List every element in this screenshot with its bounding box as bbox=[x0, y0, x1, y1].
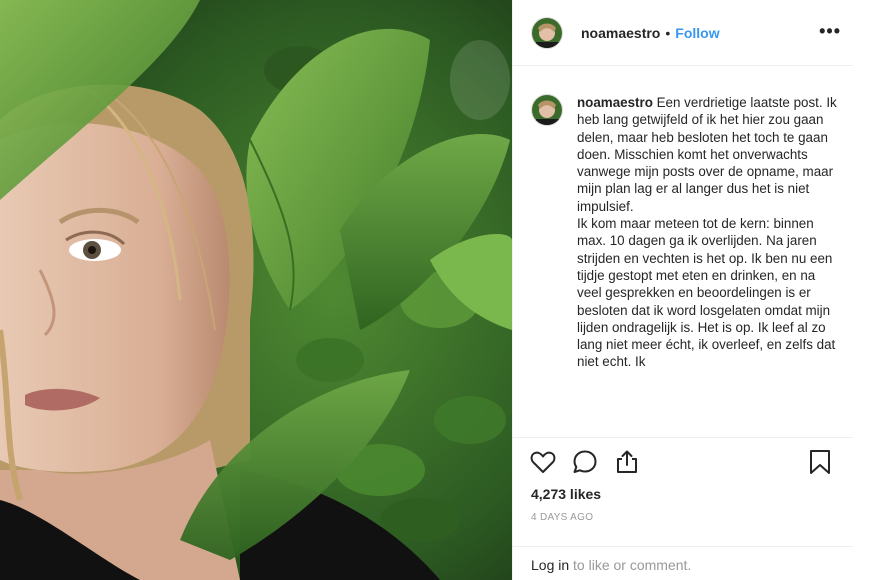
post-timestamp: 4 DAYS AGO bbox=[531, 512, 594, 523]
login-prompt: Log in to like or comment. bbox=[513, 546, 853, 573]
avatar-image bbox=[532, 17, 562, 48]
login-suffix: to like or comment. bbox=[569, 557, 692, 573]
likes-count[interactable]: 4,273 likes bbox=[531, 486, 601, 502]
action-bar: 4,273 likes 4 DAYS AGO Log in to like or… bbox=[513, 437, 853, 580]
login-link[interactable]: Log in bbox=[531, 557, 569, 573]
follow-button[interactable]: Follow bbox=[675, 25, 719, 41]
separator-dot: • bbox=[665, 24, 671, 41]
post-header: noamaestro • Follow ••• bbox=[513, 0, 853, 66]
caption-username[interactable]: noamaestro bbox=[577, 95, 653, 110]
caption-avatar-image bbox=[532, 95, 562, 125]
caption-text: noamaestro Een verdrietige laatste post.… bbox=[577, 94, 843, 436]
bookmark-icon[interactable] bbox=[807, 448, 833, 476]
share-icon[interactable] bbox=[613, 448, 641, 476]
username[interactable]: noamaestro bbox=[581, 25, 660, 41]
post-photo-image bbox=[0, 0, 512, 580]
post-sidebar: noamaestro • Follow ••• noamaestro Een v… bbox=[512, 0, 870, 580]
caption-section: noamaestro Een verdrietige laatste post.… bbox=[513, 66, 853, 436]
comment-icon[interactable] bbox=[571, 448, 599, 476]
caption-body: Een verdrietige laatste post. Ik heb lan… bbox=[577, 95, 837, 370]
caption-avatar[interactable] bbox=[531, 94, 563, 126]
post-photo bbox=[0, 0, 512, 580]
more-options-icon[interactable]: ••• bbox=[819, 22, 841, 40]
avatar[interactable] bbox=[531, 16, 563, 49]
heart-icon[interactable] bbox=[529, 448, 557, 476]
